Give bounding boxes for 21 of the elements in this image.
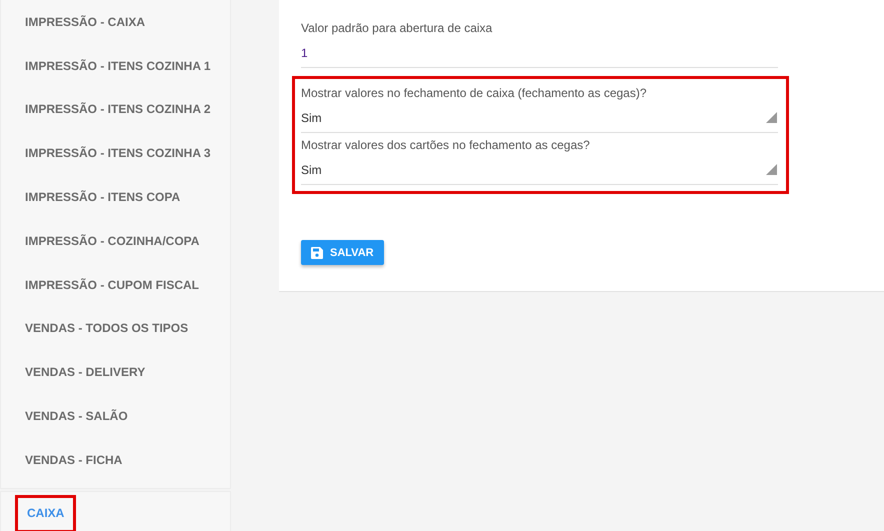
field-label: Valor padrão para abertura de caixa [301, 20, 494, 36]
sidebar-item[interactable]: VENDAS - TODOS OS TIPOS [25, 321, 188, 336]
select-field[interactable]: Sim [301, 101, 778, 133]
field-label: Mostrar valores dos cartões no fechamento as cegas? [301, 137, 591, 153]
sidebar-item[interactable]: IMPRESSÃO - CUPOM FISCAL [25, 278, 200, 292]
save-button[interactable]: SALVAR [301, 240, 384, 265]
sidebar-item[interactable]: IMPRESSÃO - ITENS COZINHA 1 [25, 58, 211, 73]
sidebar-item[interactable]: VENDAS - DELIVERY [25, 365, 146, 380]
sidebar-item[interactable]: VENDAS - SALÃO [25, 409, 128, 424]
sidebar-item[interactable]: IMPRESSÃO - COZINHA/COPA [25, 234, 200, 248]
sidebar-item[interactable]: VENDAS - FICHA [25, 452, 122, 467]
sidebar-item[interactable]: IMPRESSÃO - ITENS COZINHA 2 [25, 102, 211, 116]
dropdown-icon [766, 112, 777, 123]
sidebar-item[interactable]: IMPRESSÃO - ITENS COZINHA 3 [25, 146, 211, 160]
sidebar-item[interactable]: CAIXA [15, 494, 76, 531]
sidebar-item[interactable]: IMPRESSÃO - ITENS COPA [25, 190, 180, 204]
sidebar-item[interactable]: IMPRESSÃO - CAIXA [25, 14, 146, 29]
dropdown-icon [766, 164, 777, 175]
field-label: Mostrar valores no fechamento de caixa (fechamento as cegas)? [301, 85, 648, 101]
input-field[interactable]: 1 [301, 36, 778, 68]
select-field[interactable]: Sim [301, 153, 778, 185]
